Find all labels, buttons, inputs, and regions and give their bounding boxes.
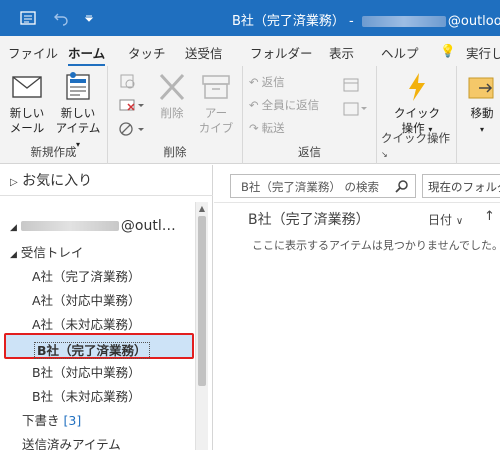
customize-qat-icon[interactable]: [80, 9, 98, 27]
window-title: B社（完了済業務） - @outlook.: [232, 14, 500, 29]
lightning-icon: [409, 73, 425, 101]
folder-item[interactable]: B社（対応中業務）: [32, 362, 141, 381]
respond-group-label: 返信: [298, 145, 321, 159]
folder-item-selected[interactable]: B社（完了済業務）: [4, 333, 194, 359]
folder-title: B社（完了済業務）: [248, 212, 370, 228]
empty-list-message: ここに表示するアイテムは見つかりませんでした。: [252, 239, 500, 252]
new-items-icon: [66, 72, 90, 100]
expand-arrow-icon[interactable]: ▷: [10, 177, 18, 188]
delete-group: 削除 アー カイブ 削除: [108, 66, 243, 164]
scrollbar-thumb[interactable]: [198, 216, 206, 386]
search-icon[interactable]: [395, 179, 409, 196]
folder-pane: ▷ お気に入り ◢ @outl… ◢ 受信トレイ A社（完了済業務） A社（対応中…: [0, 165, 213, 450]
search-input[interactable]: B社（完了済業務） の検索: [230, 174, 416, 198]
forward-button[interactable]: ↷ 転送: [249, 120, 285, 136]
ribbon: 新しい メール 新しい アイテム ▾ 新規作成 削除 アー カイブ 削除 ↶ 返信 ↶ 全…: [0, 66, 500, 164]
tab-home[interactable]: ホーム: [68, 43, 106, 67]
divider: [214, 202, 500, 203]
quick-steps-button[interactable]: クイック 操作 ▾: [387, 70, 447, 137]
sent-items-folder[interactable]: 送信済みアイテム: [22, 434, 121, 450]
tab-touch[interactable]: タッチ: [128, 43, 166, 62]
forward-icon: ↷: [249, 121, 259, 135]
move-group: 移動 ▾: [457, 66, 500, 164]
lightbulb-icon[interactable]: 💡: [440, 43, 456, 59]
scroll-up-icon[interactable]: ▲: [196, 203, 208, 215]
new-group-label: 新規作成: [30, 145, 77, 159]
clean-up-icon[interactable]: [118, 96, 144, 117]
redacted-email: [361, 16, 446, 27]
delete-button[interactable]: 削除: [154, 70, 190, 121]
tab-folder[interactable]: フォルダー: [250, 43, 313, 62]
favorites-header[interactable]: ▷ お気に入り: [10, 170, 92, 190]
new-mail-icon: [12, 76, 42, 98]
folder-item[interactable]: A社（完了済業務）: [32, 266, 141, 285]
delete-x-icon: [159, 73, 185, 101]
tab-help[interactable]: ヘルプ: [381, 43, 419, 62]
quick-steps-group: クイック 操作 ▾ クイック操作 ↘: [377, 66, 457, 164]
new-mail-button[interactable]: 新しい メール: [6, 70, 48, 136]
send-receive-icon[interactable]: [19, 9, 37, 27]
undo-icon[interactable]: [52, 9, 70, 27]
archive-button[interactable]: アー カイブ: [196, 70, 236, 136]
chevron-down-icon: ∨: [455, 216, 464, 227]
new-group: 新しい メール 新しい アイテム ▾ 新規作成: [0, 66, 108, 164]
message-list-pane: B社（完了済業務） の検索 現在のフォルダー B社（完了済業務） 日付 ∨ ↑ …: [214, 165, 500, 450]
collapse-arrow-icon[interactable]: ◢: [10, 223, 17, 233]
folder-item[interactable]: A社（対応中業務）: [32, 290, 141, 309]
ribbon-tabs: ファイル ホーム タッチ 送受信 フォルダー 表示 ヘルプ 💡 実行し: [0, 36, 500, 67]
tab-file[interactable]: ファイル: [8, 43, 58, 62]
divider: [0, 195, 213, 196]
archive-icon: [202, 75, 230, 99]
inbox-folder[interactable]: ◢ 受信トレイ: [10, 242, 83, 261]
folder-item[interactable]: B社（未対応業務）: [32, 386, 141, 405]
collapse-arrow-icon[interactable]: ◢: [10, 250, 17, 260]
junk-icon[interactable]: [118, 120, 144, 141]
folder-pane-scrollbar[interactable]: ▲: [195, 202, 208, 450]
new-items-button[interactable]: 新しい アイテム ▾: [52, 70, 104, 152]
title-bar: B社（完了済業務） - @outlook.: [0, 0, 500, 36]
quick-steps-group-label: クイック操作 ↘: [381, 131, 450, 159]
reply-button[interactable]: ↶ 返信: [249, 74, 285, 90]
tab-send-receive[interactable]: 送受信: [185, 43, 223, 62]
delete-group-label: 削除: [163, 145, 187, 159]
sort-direction-icon[interactable]: ↑: [484, 209, 495, 224]
tab-view[interactable]: 表示: [329, 43, 354, 62]
drafts-folder[interactable]: 下書き [3]: [22, 410, 81, 429]
reply-all-icon: ↶: [249, 98, 259, 112]
respond-group: ↶ 返信 ↶ 全員に返信 ↷ 転送 返信: [243, 66, 377, 164]
move-folder-icon: [468, 77, 494, 99]
folder-item[interactable]: A社（未対応業務）: [32, 314, 141, 333]
move-button[interactable]: 移動 ▾: [465, 70, 499, 137]
ignore-icon[interactable]: [118, 72, 136, 93]
sort-by-date-button[interactable]: 日付 ∨: [428, 211, 463, 228]
account-header[interactable]: ◢ @outl…: [10, 218, 176, 234]
reply-all-button[interactable]: ↶ 全員に返信: [249, 97, 319, 113]
reply-icon: ↶: [249, 75, 259, 89]
dialog-launcher-icon[interactable]: ↘: [381, 150, 388, 159]
tab-tell-me[interactable]: 実行し: [466, 43, 500, 62]
search-scope-dropdown[interactable]: 現在のフォルダー: [422, 174, 500, 198]
redacted-account: [20, 221, 119, 231]
more-respond-icon[interactable]: [343, 102, 367, 119]
meeting-icon[interactable]: [343, 78, 359, 95]
